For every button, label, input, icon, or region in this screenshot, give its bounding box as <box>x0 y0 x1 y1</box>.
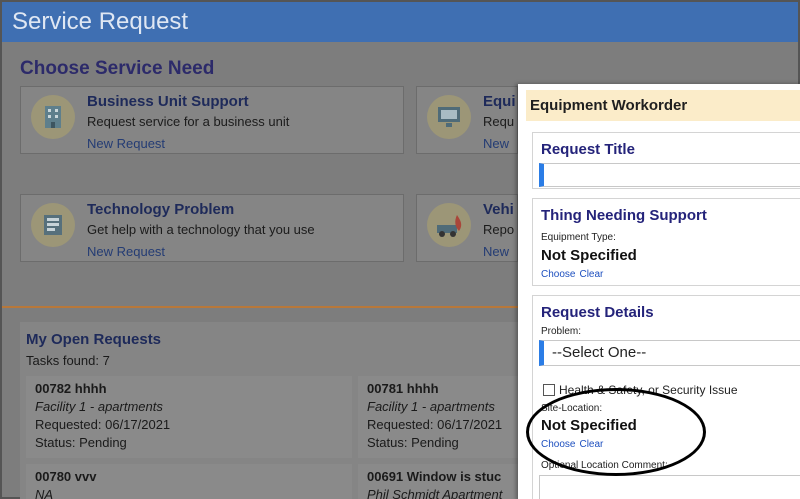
problem-select[interactable]: --Select One-- <box>539 340 800 366</box>
vehicle-fire-icon <box>427 203 471 247</box>
health-safety-checkbox[interactable] <box>543 384 555 396</box>
requests-title: My Open Requests <box>26 331 162 348</box>
modal-header: Equipment Workorder <box>526 90 800 121</box>
service-card-equipment[interactable]: Equi Requ New <box>416 86 518 154</box>
new-request-link[interactable]: New <box>483 244 509 259</box>
card-desc: Repo <box>483 222 515 237</box>
request-id: 00782 hhhh <box>35 381 107 396</box>
optional-location-comment-input[interactable] <box>539 475 800 499</box>
equipment-type-value: Not Specified <box>541 247 637 264</box>
my-open-requests-panel: My Open Requests Tasks found: 7 00782 hh… <box>20 322 684 499</box>
computer-icon <box>31 203 75 247</box>
choose-service-title: Choose Service Need <box>20 58 215 79</box>
new-request-link[interactable]: New Request <box>87 136 165 151</box>
app-title: Service Request <box>12 8 189 35</box>
request-title-section: Request Title <box>532 132 800 189</box>
request-date: Requested: 06/17/2021 <box>35 417 171 432</box>
card-title: Equi <box>483 93 516 110</box>
request-location: NA <box>35 487 54 499</box>
equipment-type-links: Choose Clear <box>541 269 607 280</box>
equipment-workorder-panel: Equipment Workorder Request Title Thing … <box>518 84 800 499</box>
request-status: Status: Pending <box>35 435 127 450</box>
problem-label: Problem: <box>541 326 582 337</box>
building-icon <box>31 95 75 139</box>
card-desc: Get help with a technology that you use <box>87 222 315 237</box>
health-safety-label: Health & Safety, or Security Issue <box>559 383 738 397</box>
request-id: 00780 vvv <box>35 469 97 484</box>
card-desc: Requ <box>483 114 515 129</box>
choose-link[interactable]: Choose <box>541 269 575 280</box>
site-location-links: Choose Clear <box>541 439 607 450</box>
thing-needing-support-section: Thing Needing Support Equipment Type: No… <box>532 198 800 286</box>
app-header: Service Request <box>2 2 798 42</box>
modal-title: Equipment Workorder <box>530 97 688 114</box>
health-safety-row: Health & Safety, or Security Issue <box>543 383 738 397</box>
card-title: Business Unit Support <box>87 93 249 110</box>
service-card-business-unit[interactable]: Business Unit Support Request service fo… <box>20 86 404 154</box>
site-location-value: Not Specified <box>541 417 637 434</box>
choose-link[interactable]: Choose <box>541 439 575 450</box>
equipment-type-label: Equipment Type: <box>541 232 616 243</box>
request-details-label: Request Details <box>541 304 654 321</box>
request-item[interactable]: 00782 hhhh Facility 1 - apartments Reque… <box>26 376 352 458</box>
thing-needing-support-label: Thing Needing Support <box>541 207 707 224</box>
request-title-label: Request Title <box>541 141 635 158</box>
card-desc: Request service for a business unit <box>87 114 290 129</box>
clear-link[interactable]: Clear <box>579 269 603 280</box>
request-location: Facility 1 - apartments <box>35 399 163 414</box>
request-item[interactable]: 00780 vvv NA <box>26 464 352 499</box>
site-location-label: Site-Location: <box>541 403 603 414</box>
optional-location-comment-label: Optional Location Comment: <box>541 460 668 471</box>
request-details-section: Request Details Problem: --Select One-- … <box>532 295 800 499</box>
service-card-vehicle[interactable]: Vehi Repo New <box>416 194 518 262</box>
clear-link[interactable]: Clear <box>579 439 603 450</box>
service-card-technology[interactable]: Technology Problem Get help with a techn… <box>20 194 404 262</box>
monitor-icon <box>427 95 471 139</box>
tasks-found: Tasks found: 7 <box>26 353 110 368</box>
request-title-input[interactable] <box>539 163 800 187</box>
new-request-link[interactable]: New Request <box>87 244 165 259</box>
new-request-link[interactable]: New <box>483 136 509 151</box>
card-title: Vehi <box>483 201 514 218</box>
card-title: Technology Problem <box>87 201 235 218</box>
